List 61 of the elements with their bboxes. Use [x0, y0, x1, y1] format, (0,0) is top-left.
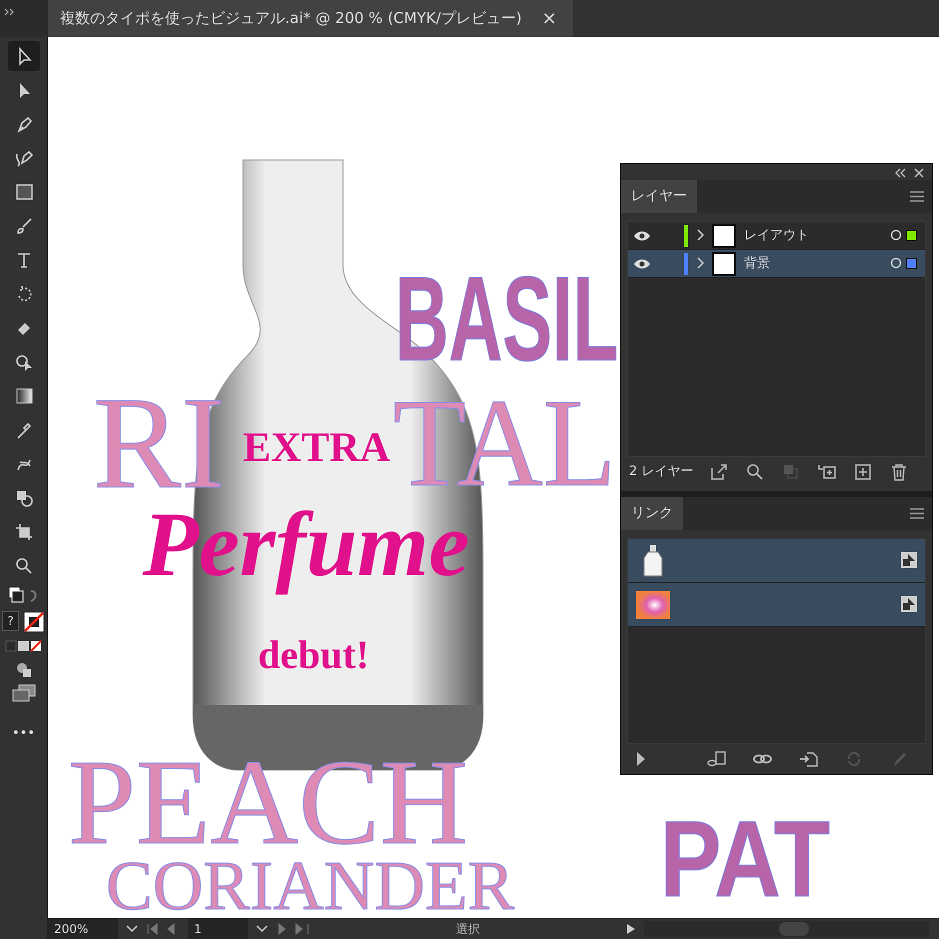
artboard-icon	[14, 522, 34, 542]
current-tool-label: 選択	[455, 920, 481, 938]
layer-name: レイアウト	[744, 226, 810, 245]
layer-thumbnail	[712, 252, 736, 276]
caret-down-icon[interactable]	[256, 925, 268, 934]
target-circle-icon[interactable]	[890, 229, 902, 242]
show-info-icon[interactable]	[637, 752, 645, 766]
eye-icon[interactable]	[633, 230, 651, 242]
screen-mode-icon[interactable]	[12, 684, 36, 702]
caret-down-icon[interactable]	[126, 925, 138, 934]
artwork-word: PAT	[660, 805, 830, 913]
sublayer-icon[interactable]	[818, 463, 836, 481]
headline-text: debut!	[258, 635, 370, 675]
shape-builder-icon	[14, 352, 34, 372]
close-button[interactable]: ×	[538, 5, 561, 32]
link-row[interactable]	[628, 539, 925, 583]
chevron-right-icon[interactable]	[696, 229, 704, 242]
zoom-icon	[14, 556, 34, 576]
document-title: 複数のタイポを使ったビジュアル.ai* @ 200 % (CMYK/プレビュー)	[60, 8, 522, 30]
embed-icon[interactable]	[799, 750, 819, 768]
layer-count: 2 レイヤー	[629, 463, 694, 482]
collapse-icon[interactable]	[894, 168, 906, 178]
color-mode-icons[interactable]	[4, 640, 42, 652]
eye-icon[interactable]	[633, 258, 651, 270]
new-layer-icon[interactable]	[854, 463, 872, 481]
clipping-mask-icon[interactable]	[782, 463, 800, 481]
more-tools-button[interactable]: •••	[8, 724, 39, 743]
panel-menu-icon[interactable]	[910, 190, 924, 202]
draw-mode-icon[interactable]	[14, 660, 32, 679]
none-stroke-swatch-icon[interactable]	[22, 611, 45, 633]
trash-icon[interactable]	[890, 463, 908, 481]
layer-row[interactable]: 背景	[628, 250, 925, 278]
export-icon[interactable]	[710, 463, 728, 481]
layer-name: 背景	[744, 254, 771, 273]
rectangle-icon	[14, 182, 34, 202]
zoom-field[interactable]: 200%	[48, 918, 118, 939]
gradient-icon	[14, 386, 34, 406]
layer-thumbnail	[712, 224, 736, 248]
gradient-thumbnail	[636, 590, 670, 618]
embedded-status-icon	[901, 596, 917, 612]
help-swatch[interactable]: ?	[2, 611, 19, 631]
headline-text: EXTRA	[243, 427, 390, 469]
page-field[interactable]: 1	[188, 918, 248, 939]
panel-tab[interactable]: レイヤー	[621, 180, 697, 213]
link-row[interactable]	[628, 583, 925, 627]
panel-menu-icon[interactable]	[910, 508, 924, 519]
embedded-status-icon	[901, 552, 917, 568]
artwork-word: BASIL	[395, 259, 618, 379]
play-icon[interactable]	[626, 923, 636, 936]
tool-button[interactable]	[8, 41, 40, 71]
search-icon[interactable]	[746, 463, 764, 481]
next-last-page-icon[interactable]	[276, 923, 310, 936]
panel-tab[interactable]: リンク	[621, 497, 683, 530]
chevron-right-icon[interactable]	[696, 257, 704, 270]
close-icon[interactable]	[914, 168, 924, 178]
curvature-pen-icon	[14, 148, 34, 168]
expand-icon[interactable]	[4, 8, 16, 16]
target-circle-icon[interactable]	[890, 257, 902, 270]
horizontal-scrollbar[interactable]	[644, 920, 929, 936]
document-tab[interactable]: 複数のタイポを使ったビジュアル.ai* @ 200 % (CMYK/プレビュー) ×	[48, 0, 573, 37]
relink-icon[interactable]	[707, 750, 727, 768]
